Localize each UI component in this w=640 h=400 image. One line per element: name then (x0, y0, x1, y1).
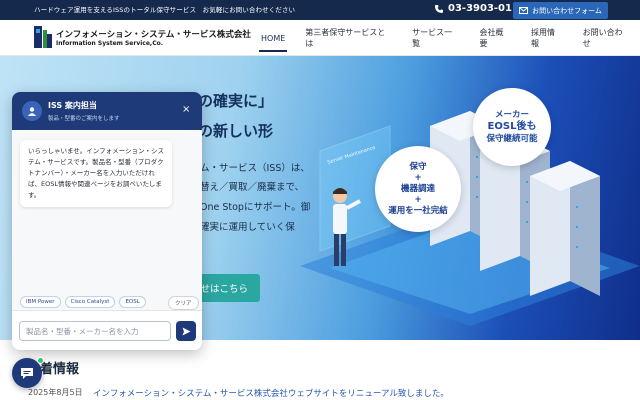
chip-eosl[interactable]: EOSL (119, 296, 146, 308)
contact-form-button[interactable]: お問い合わせフォーム (513, 2, 608, 19)
badge1-line3: 保守継続可能 (486, 134, 538, 144)
site-header: インフォメーション・システム・サービス株式会社 Information Syst… (0, 20, 640, 56)
nav-recruit[interactable]: 採用情報 (521, 20, 573, 56)
logo-mark-icon (34, 26, 52, 48)
chat-input-row (12, 310, 202, 350)
chat-send-button[interactable] (176, 321, 196, 341)
company-logo[interactable]: インフォメーション・システム・サービス株式会社 Information Syst… (34, 26, 251, 48)
main-nav: HOME 第三者保守サービスとは サービス一覧 会社概要 採用情報 お問い合わせ (251, 20, 640, 56)
chat-bubble-icon (21, 367, 33, 379)
chat-body: いらっしゃいませ。インフォメーション・システム・サービスです。製品名・型番（プロ… (12, 130, 202, 310)
chat-bot-message: いらっしゃいませ。インフォメーション・システム・サービスです。製品名・型番（プロ… (20, 140, 172, 207)
logo-jp: インフォメーション・システム・サービス株式会社 (56, 29, 251, 40)
chat-widget: ISS 案内担当 製品・型番のご案内をします × いらっしゃいませ。インフォメー… (12, 92, 202, 350)
badge2-plus1: + (414, 172, 422, 183)
top-bar: ハードウェア運用を支えるISSのトータル保守サービス お気軽にお問い合わせくださ… (0, 0, 640, 20)
chat-subtitle: 製品・型番のご案内をします (48, 116, 120, 122)
news-date: 2025年8月5日 (28, 388, 83, 397)
badge1-line1: メーカー (494, 110, 529, 120)
news-link[interactable]: インフォメーション・システム・サービス株式会社ウェブサイトをリニューアル致しまし… (93, 387, 449, 399)
phone-icon (435, 4, 443, 13)
chat-header: ISS 案内担当 製品・型番のご案内をします × (12, 92, 202, 130)
badge2-line3: 運用を一社完結 (388, 205, 448, 216)
hero-contact-button[interactable]: せはこちら (200, 274, 260, 302)
hero-body-line4: 確実に運用していく保 (200, 222, 295, 233)
chat-title: ISS 案内担当 (48, 101, 97, 110)
hero-heading-line2: の新しい形 (198, 122, 274, 140)
badge2-line1: 保守 (409, 161, 427, 172)
mail-icon (519, 7, 529, 14)
quick-reply-chips: IBM Power Cisco Catalyst EOSL (20, 296, 146, 308)
chat-input[interactable] (19, 321, 171, 341)
contact-form-label: お問い合わせフォーム (532, 6, 602, 15)
nav-company[interactable]: 会社概要 (469, 20, 521, 56)
chat-clear-button[interactable]: クリア (168, 296, 199, 310)
hero-heading-line1: の確実に」 (198, 92, 274, 110)
logo-en: Information System Service,Co. (56, 39, 164, 47)
nav-third-party-maintenance[interactable]: 第三者保守サービスとは (295, 20, 402, 56)
nav-services[interactable]: サービス一覧 (402, 20, 469, 56)
badge1-line2: EOSL後も (487, 121, 537, 132)
nav-contact[interactable]: お問い合わせ (573, 20, 640, 56)
send-icon (182, 327, 190, 335)
online-status-dot (37, 357, 44, 364)
badge2-line2: 機器調達 (400, 183, 435, 194)
chat-avatar (22, 101, 42, 121)
chip-cisco-catalyst[interactable]: Cisco Catalyst (64, 296, 116, 308)
one-stop-badge: 保守 + 機器調達 + 運用を一社完結 (375, 146, 461, 232)
top-tagline: ハードウェア運用を支えるISSのトータル保守サービス お気軽にお問い合わせくださ… (34, 6, 296, 14)
eosl-support-badge: メーカー EOSL後も 保守継続可能 (473, 88, 551, 166)
badge2-plus2: + (414, 194, 422, 205)
chat-close-button[interactable]: × (182, 104, 190, 115)
nav-home[interactable]: HOME (251, 20, 295, 56)
news-section-title: 着情報 (40, 362, 80, 377)
user-icon (28, 107, 36, 116)
chip-ibm-power[interactable]: IBM Power (20, 296, 61, 308)
